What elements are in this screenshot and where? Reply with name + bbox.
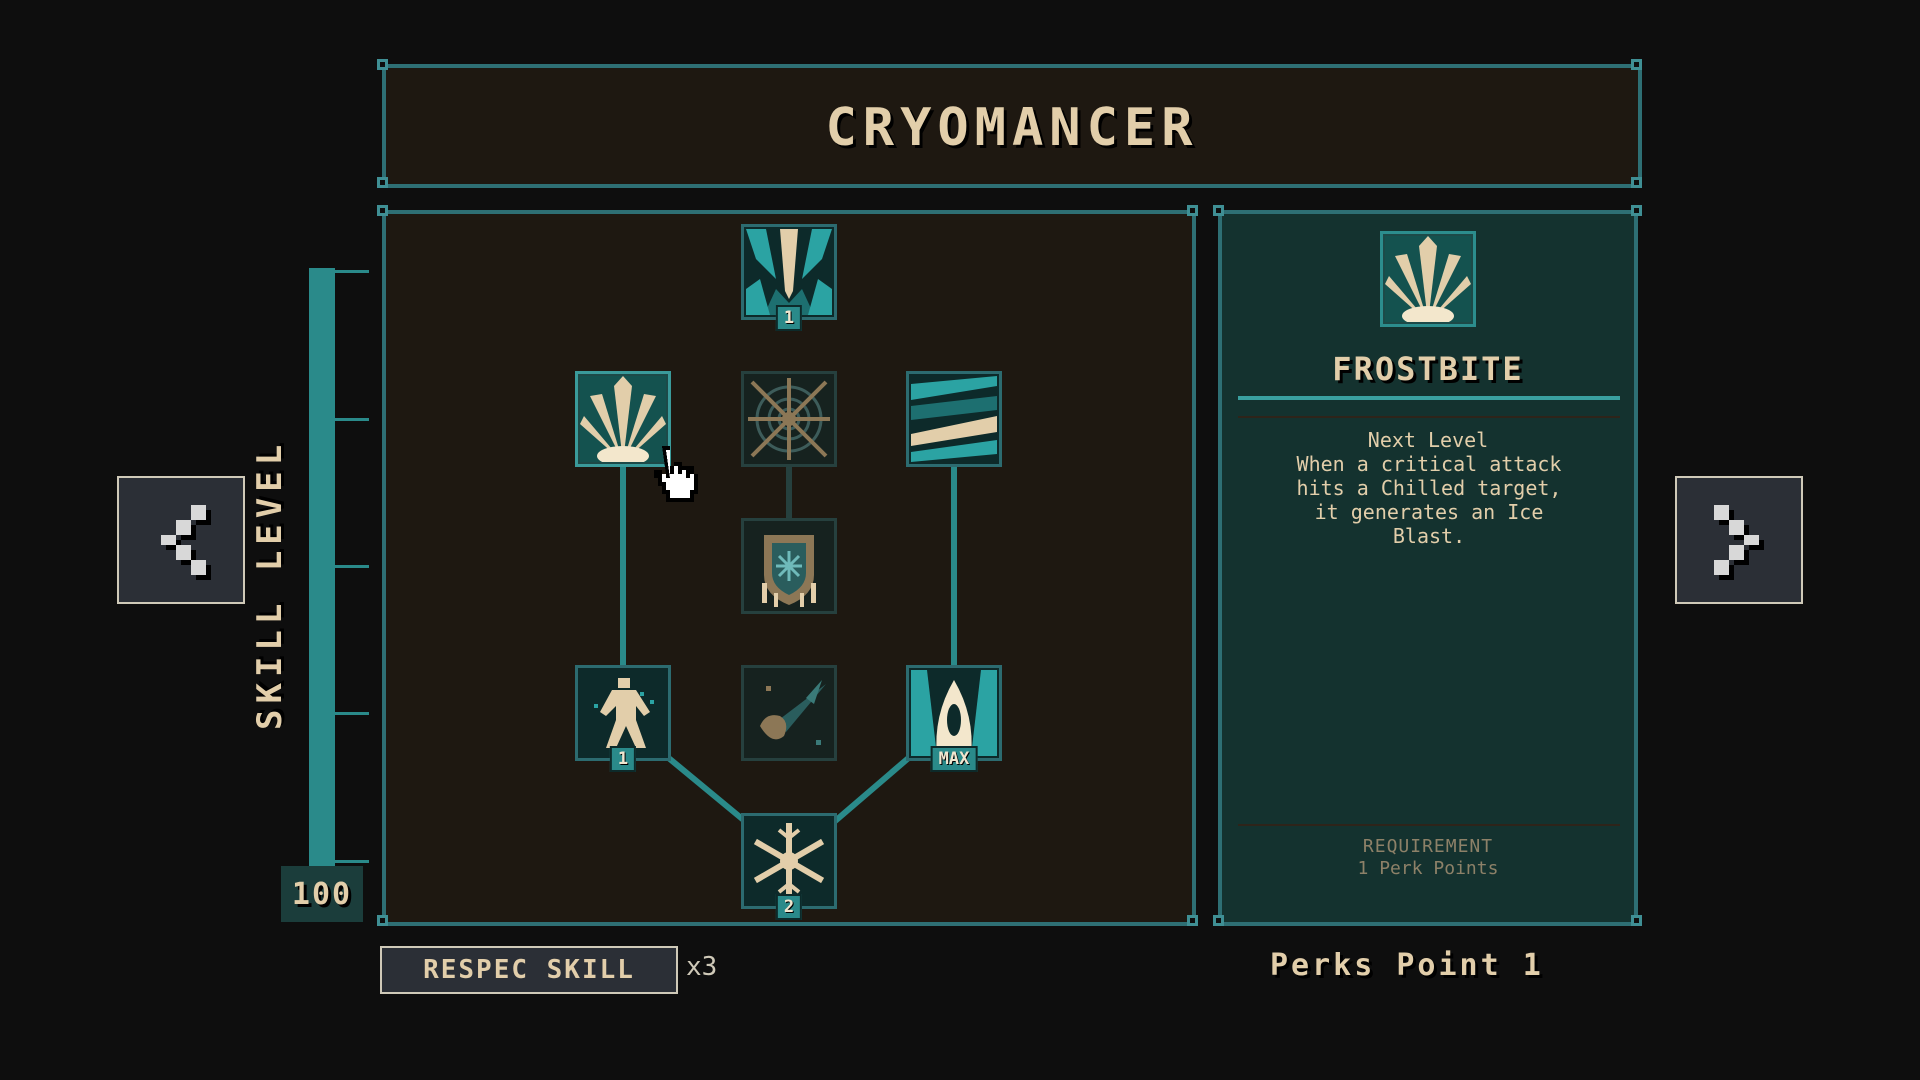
frame-corner: [1213, 205, 1224, 216]
skill-node-frost-walker[interactable]: 1: [575, 665, 671, 772]
node-level-badge: 1: [609, 746, 637, 772]
respec-skill-button[interactable]: RESPEC SKILL: [380, 946, 678, 994]
skill-description: When a critical attack hits a Chilled ta…: [1296, 452, 1562, 548]
skill-node-snowflake[interactable]: 2: [741, 813, 837, 920]
skill-node-ice-prison[interactable]: MAX: [906, 665, 1002, 772]
node-level-badge: 1: [775, 305, 803, 331]
frozen-shield-icon: [746, 523, 832, 609]
ice-prison-icon: [911, 670, 997, 756]
node-level-badge: 2: [775, 894, 803, 920]
skill-node-frost-spikes[interactable]: 1: [741, 224, 837, 331]
frame-corner: [1213, 915, 1224, 926]
skill-node-ice-shards[interactable]: [906, 371, 1002, 467]
hand-cursor-icon: [654, 446, 698, 502]
frame-corner: [1631, 915, 1642, 926]
ice-burst-icon: [1385, 236, 1471, 322]
next-level-label: Next Level: [1367, 428, 1489, 452]
frost-spikes-icon: [746, 229, 832, 315]
divider: [1238, 396, 1620, 400]
selected-skill-name: FROSTBITE: [1332, 350, 1524, 388]
snowflake-icon: [746, 818, 832, 904]
frost-web-icon: [746, 376, 832, 462]
skill-node-frost-web[interactable]: [741, 371, 837, 467]
requirement-label: REQUIREMENT: [1362, 836, 1494, 857]
ice-comet-icon: [746, 670, 832, 756]
ice-shards-icon: [911, 376, 997, 462]
selected-skill-icon: [1380, 231, 1476, 327]
frost-figure-icon: [580, 670, 666, 756]
skill-node-ice-comet[interactable]: [741, 665, 837, 761]
node-level-badge: MAX: [930, 746, 978, 772]
divider: [1238, 416, 1620, 418]
frame-corner: [1631, 205, 1642, 216]
divider: [1238, 824, 1620, 826]
perks-point-counter: Perks Point 1: [1270, 948, 1544, 983]
requirement-text: 1 Perk Points: [1357, 858, 1499, 879]
respec-count: x3: [686, 952, 718, 982]
connector-line: [832, 752, 914, 825]
connector-line: [663, 752, 748, 825]
skill-node-frozen-shield[interactable]: [741, 518, 837, 614]
